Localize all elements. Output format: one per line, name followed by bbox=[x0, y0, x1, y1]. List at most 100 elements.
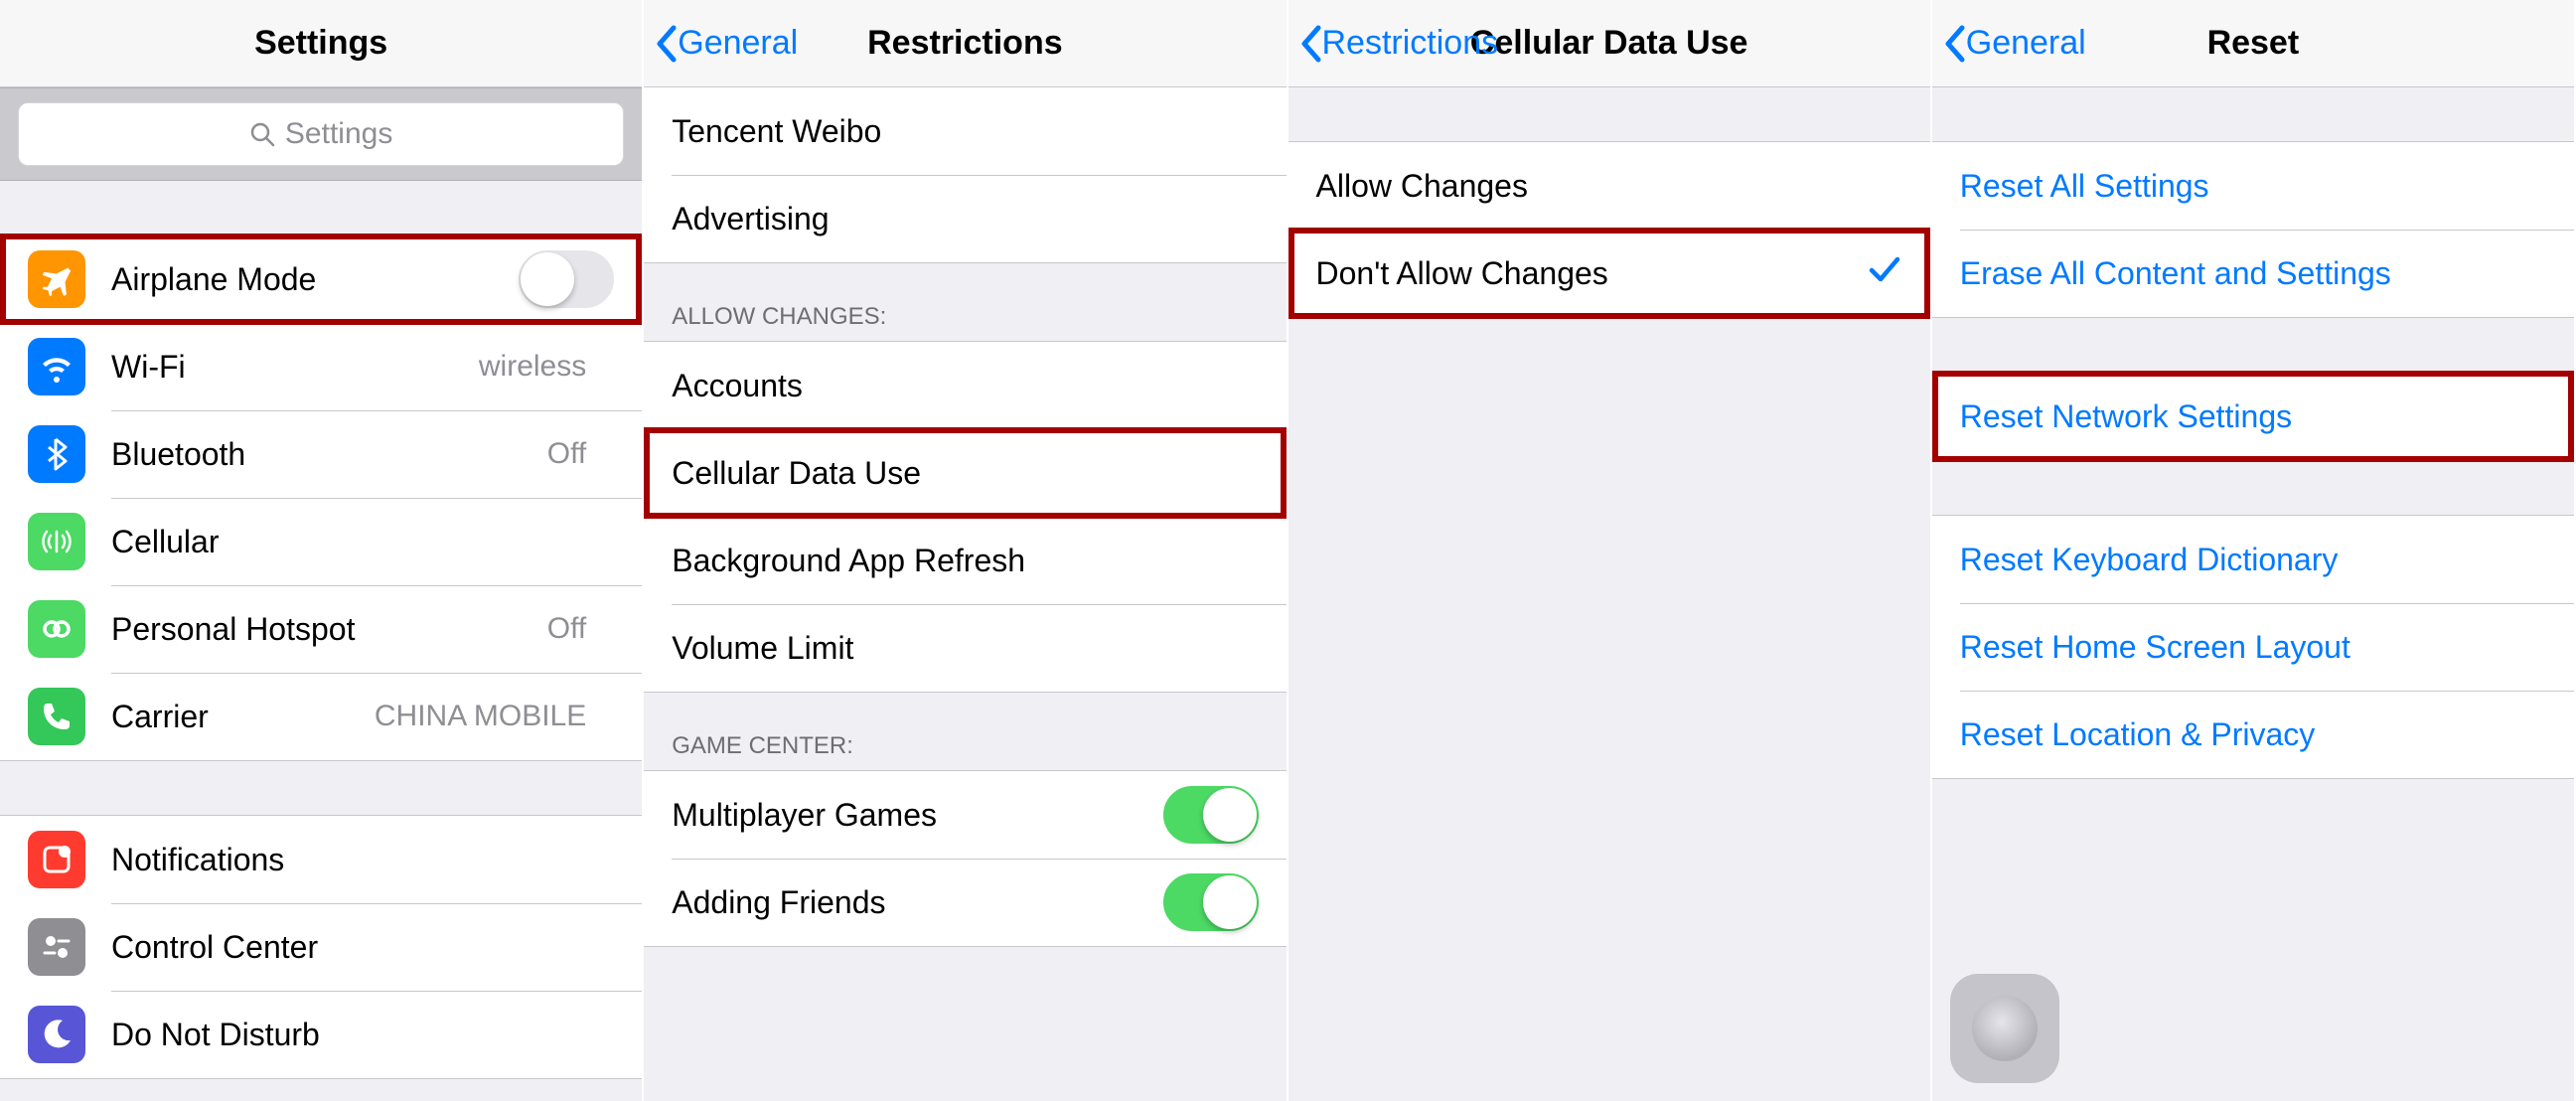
panel-reset: General Reset Reset All Settings Erase A… bbox=[1932, 0, 2576, 1101]
row-label: Adding Friends bbox=[672, 884, 1162, 921]
row-bluetooth[interactable]: Bluetooth Off bbox=[0, 410, 642, 498]
row-accounts[interactable]: Accounts bbox=[644, 342, 1286, 429]
row-label: Reset Location & Privacy bbox=[1960, 716, 2546, 753]
row-reset-keyboard[interactable]: Reset Keyboard Dictionary bbox=[1932, 516, 2574, 603]
row-airplane-mode[interactable]: Airplane Mode bbox=[0, 236, 642, 323]
chevron-icon bbox=[598, 842, 614, 877]
row-reset-home-screen[interactable]: Reset Home Screen Layout bbox=[1932, 603, 2574, 691]
search-input[interactable]: Settings bbox=[18, 102, 624, 166]
row-notifications[interactable]: Notifications bbox=[0, 816, 642, 903]
chevron-icon bbox=[1243, 543, 1259, 578]
group-header-game-center: GAME CENTER: bbox=[644, 693, 1286, 770]
chevron-icon bbox=[1243, 201, 1259, 236]
row-background-app-refresh[interactable]: Background App Refresh bbox=[644, 517, 1286, 604]
moon-icon bbox=[28, 1006, 85, 1063]
chevron-icon bbox=[598, 1017, 614, 1052]
restrictions-allow-group: Accounts Cellular Data Use Background Ap… bbox=[644, 341, 1286, 693]
page-title: Restrictions bbox=[867, 24, 1063, 63]
back-button[interactable]: General bbox=[654, 24, 798, 64]
back-button[interactable]: Restrictions bbox=[1298, 24, 1499, 64]
row-cellular[interactable]: Cellular bbox=[0, 498, 642, 585]
row-wifi[interactable]: Wi-Fi wireless bbox=[0, 323, 642, 410]
cellular-icon bbox=[28, 513, 85, 570]
reset-group-3: Reset Keyboard Dictionary Reset Home Scr… bbox=[1932, 515, 2574, 779]
navbar-cellular: Restrictions Cellular Data Use bbox=[1288, 0, 1930, 87]
reset-group-1: Reset All Settings Erase All Content and… bbox=[1932, 141, 2574, 318]
row-label: Reset Network Settings bbox=[1960, 398, 2546, 435]
panel-restrictions: General Restrictions Tencent Weibo Adver… bbox=[644, 0, 1288, 1101]
chevron-back-icon bbox=[1942, 24, 1966, 64]
row-detail: Off bbox=[547, 437, 586, 471]
back-button[interactable]: General bbox=[1942, 24, 2086, 64]
restrictions-top-group: Tencent Weibo Advertising bbox=[644, 87, 1286, 263]
row-reset-location-privacy[interactable]: Reset Location & Privacy bbox=[1932, 691, 2574, 778]
navbar-settings: Settings bbox=[0, 0, 642, 87]
chevron-icon bbox=[1243, 455, 1259, 491]
search-icon bbox=[249, 121, 275, 147]
wifi-icon bbox=[28, 338, 85, 395]
row-label: Control Center bbox=[111, 929, 598, 966]
row-label: Don't Allow Changes bbox=[1316, 255, 1867, 292]
row-label: Tencent Weibo bbox=[672, 113, 1242, 150]
row-label: Cellular Data Use bbox=[672, 455, 1242, 492]
row-label: Allow Changes bbox=[1316, 168, 1902, 205]
row-advertising[interactable]: Advertising bbox=[644, 175, 1286, 262]
row-reset-network-settings[interactable]: Reset Network Settings bbox=[1932, 373, 2574, 460]
panel-settings: Settings Settings Airplane Mode Wi-Fi wi… bbox=[0, 0, 644, 1101]
chevron-icon bbox=[1243, 368, 1259, 403]
control-center-icon bbox=[28, 918, 85, 976]
assistive-touch-button[interactable] bbox=[1950, 974, 2059, 1083]
row-label: Reset Keyboard Dictionary bbox=[1960, 542, 2546, 578]
row-multiplayer-games[interactable]: Multiplayer Games bbox=[644, 771, 1286, 859]
navbar-restrictions: General Restrictions bbox=[644, 0, 1286, 87]
row-detail: CHINA MOBILE bbox=[375, 700, 586, 733]
row-carrier[interactable]: Carrier CHINA MOBILE bbox=[0, 673, 642, 760]
reset-group-2: Reset Network Settings bbox=[1932, 372, 2574, 461]
chevron-icon bbox=[598, 349, 614, 385]
row-label: Wi-Fi bbox=[111, 349, 479, 386]
row-dont-allow-changes[interactable]: Don't Allow Changes bbox=[1288, 230, 1930, 317]
chevron-icon bbox=[1243, 630, 1259, 666]
row-volume-limit[interactable]: Volume Limit bbox=[644, 604, 1286, 692]
row-erase-all[interactable]: Erase All Content and Settings bbox=[1932, 230, 2574, 317]
row-label: Volume Limit bbox=[672, 630, 1242, 667]
chevron-icon bbox=[598, 436, 614, 472]
check-icon bbox=[1867, 251, 1902, 295]
multiplayer-toggle[interactable] bbox=[1163, 786, 1259, 844]
row-reset-all-settings[interactable]: Reset All Settings bbox=[1932, 142, 2574, 230]
row-label: Multiplayer Games bbox=[672, 797, 1162, 834]
row-tencent-weibo[interactable]: Tencent Weibo bbox=[644, 87, 1286, 175]
chevron-back-icon bbox=[1298, 24, 1322, 64]
cellular-options-group: Allow Changes Don't Allow Changes bbox=[1288, 141, 1930, 318]
notifications-icon bbox=[28, 831, 85, 888]
row-label: Carrier bbox=[111, 699, 375, 735]
page-title: Reset bbox=[2207, 24, 2300, 63]
adding-friends-toggle[interactable] bbox=[1163, 873, 1259, 931]
row-do-not-disturb[interactable]: Do Not Disturb bbox=[0, 991, 642, 1078]
phone-icon bbox=[28, 688, 85, 745]
row-label: Erase All Content and Settings bbox=[1960, 255, 2546, 292]
chevron-back-icon bbox=[654, 24, 678, 64]
row-label: Cellular bbox=[111, 524, 598, 560]
chevron-icon bbox=[598, 929, 614, 965]
row-adding-friends[interactable]: Adding Friends bbox=[644, 859, 1286, 946]
chevron-icon bbox=[598, 611, 614, 647]
row-allow-changes[interactable]: Allow Changes bbox=[1288, 142, 1930, 230]
airplane-icon bbox=[28, 250, 85, 308]
row-label: Reset All Settings bbox=[1960, 168, 2546, 205]
panel-cellular-data-use: Restrictions Cellular Data Use Allow Cha… bbox=[1288, 0, 1932, 1101]
row-label: Background App Refresh bbox=[672, 543, 1242, 579]
row-label: Notifications bbox=[111, 842, 598, 878]
page-title: Settings bbox=[254, 24, 387, 63]
row-personal-hotspot[interactable]: Personal Hotspot Off bbox=[0, 585, 642, 673]
chevron-icon bbox=[1243, 113, 1259, 149]
row-label: Airplane Mode bbox=[111, 261, 519, 298]
search-placeholder: Settings bbox=[285, 117, 392, 151]
row-control-center[interactable]: Control Center bbox=[0, 903, 642, 991]
row-cellular-data-use[interactable]: Cellular Data Use bbox=[644, 429, 1286, 517]
row-label: Accounts bbox=[672, 368, 1242, 404]
row-label: Reset Home Screen Layout bbox=[1960, 629, 2546, 666]
back-label: Restrictions bbox=[1322, 24, 1499, 63]
airplane-toggle[interactable] bbox=[519, 250, 614, 308]
settings-group-system: Notifications Control Center Do Not Dist… bbox=[0, 815, 642, 1079]
